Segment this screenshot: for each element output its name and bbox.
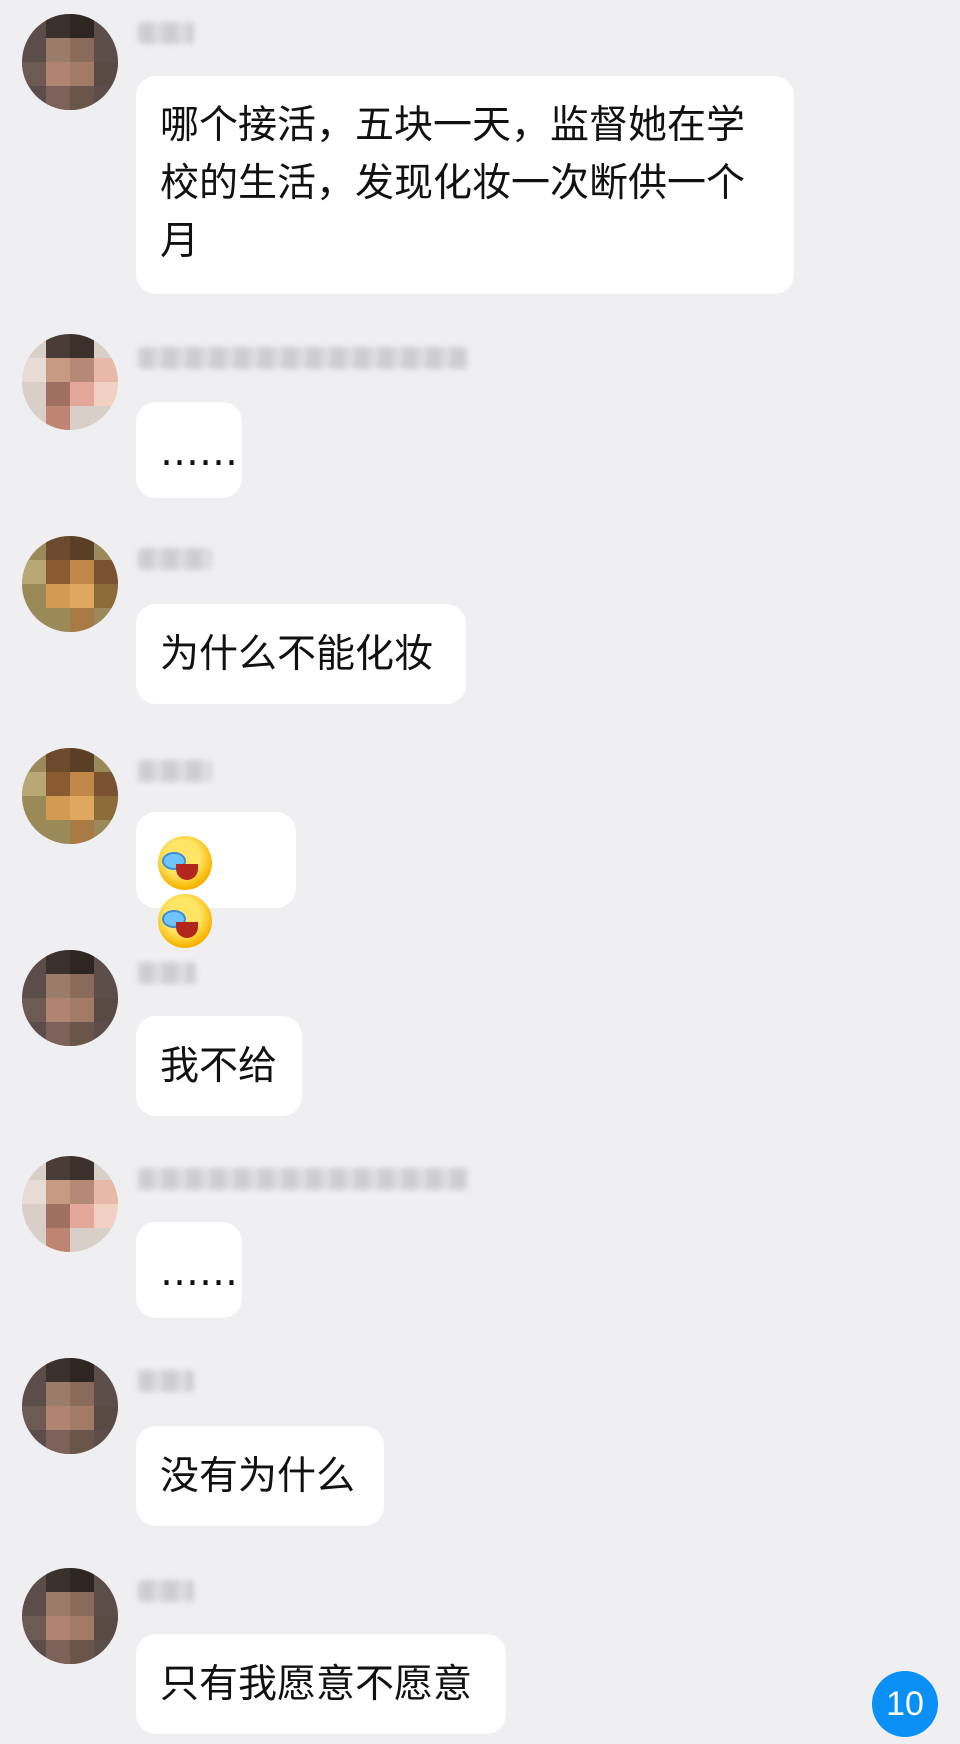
- avatar[interactable]: [22, 748, 118, 844]
- avatar[interactable]: [22, 950, 118, 1046]
- unread-count-badge[interactable]: 10: [872, 1671, 938, 1737]
- message-bubble[interactable]: 为什么不能化妆: [136, 604, 466, 704]
- laugh-cry-icon: [158, 893, 212, 948]
- message-bubble[interactable]: 哪个接活，五块一天，监督她在学校的生活，发现化妆一次断供一个月: [136, 76, 794, 294]
- message-text: 我不给: [160, 1044, 278, 1089]
- message-text: 哪个接活，五块一天，监督她在学校的生活，发现化妆一次断供一个月: [160, 103, 746, 264]
- sender-name: [138, 548, 212, 570]
- laugh-cry-icon: [158, 835, 212, 890]
- message-text: 只有我愿意不愿意: [160, 1662, 473, 1707]
- message-bubble[interactable]: [136, 812, 296, 948]
- sender-name: [138, 347, 468, 369]
- sender-name: [138, 22, 194, 44]
- message-text: 为什么不能化妆: [160, 632, 434, 677]
- avatar[interactable]: [22, 1568, 118, 1664]
- sender-name: [138, 1168, 468, 1190]
- sender-name: [138, 962, 196, 984]
- avatar[interactable]: [22, 334, 118, 430]
- message-bubble[interactable]: 我不给: [136, 1016, 302, 1116]
- avatar[interactable]: [22, 536, 118, 632]
- sender-name: [138, 760, 212, 782]
- message-text: ……: [160, 1250, 238, 1295]
- sender-name: [138, 1370, 194, 1392]
- message-text: 没有为什么: [160, 1454, 356, 1499]
- avatar[interactable]: [22, 14, 118, 110]
- message-bubble[interactable]: ……: [136, 1222, 242, 1318]
- message-text: ……: [160, 430, 238, 475]
- message-bubble[interactable]: 只有我愿意不愿意: [136, 1634, 506, 1734]
- message-bubble[interactable]: 没有为什么: [136, 1426, 384, 1526]
- message-bubble[interactable]: ……: [136, 402, 242, 498]
- avatar[interactable]: [22, 1358, 118, 1454]
- chat-message-list[interactable]: 哪个接活，五块一天，监督她在学校的生活，发现化妆一次断供一个月 …… 为什么不能…: [0, 0, 960, 1744]
- avatar[interactable]: [22, 1156, 118, 1252]
- sender-name: [138, 1580, 194, 1602]
